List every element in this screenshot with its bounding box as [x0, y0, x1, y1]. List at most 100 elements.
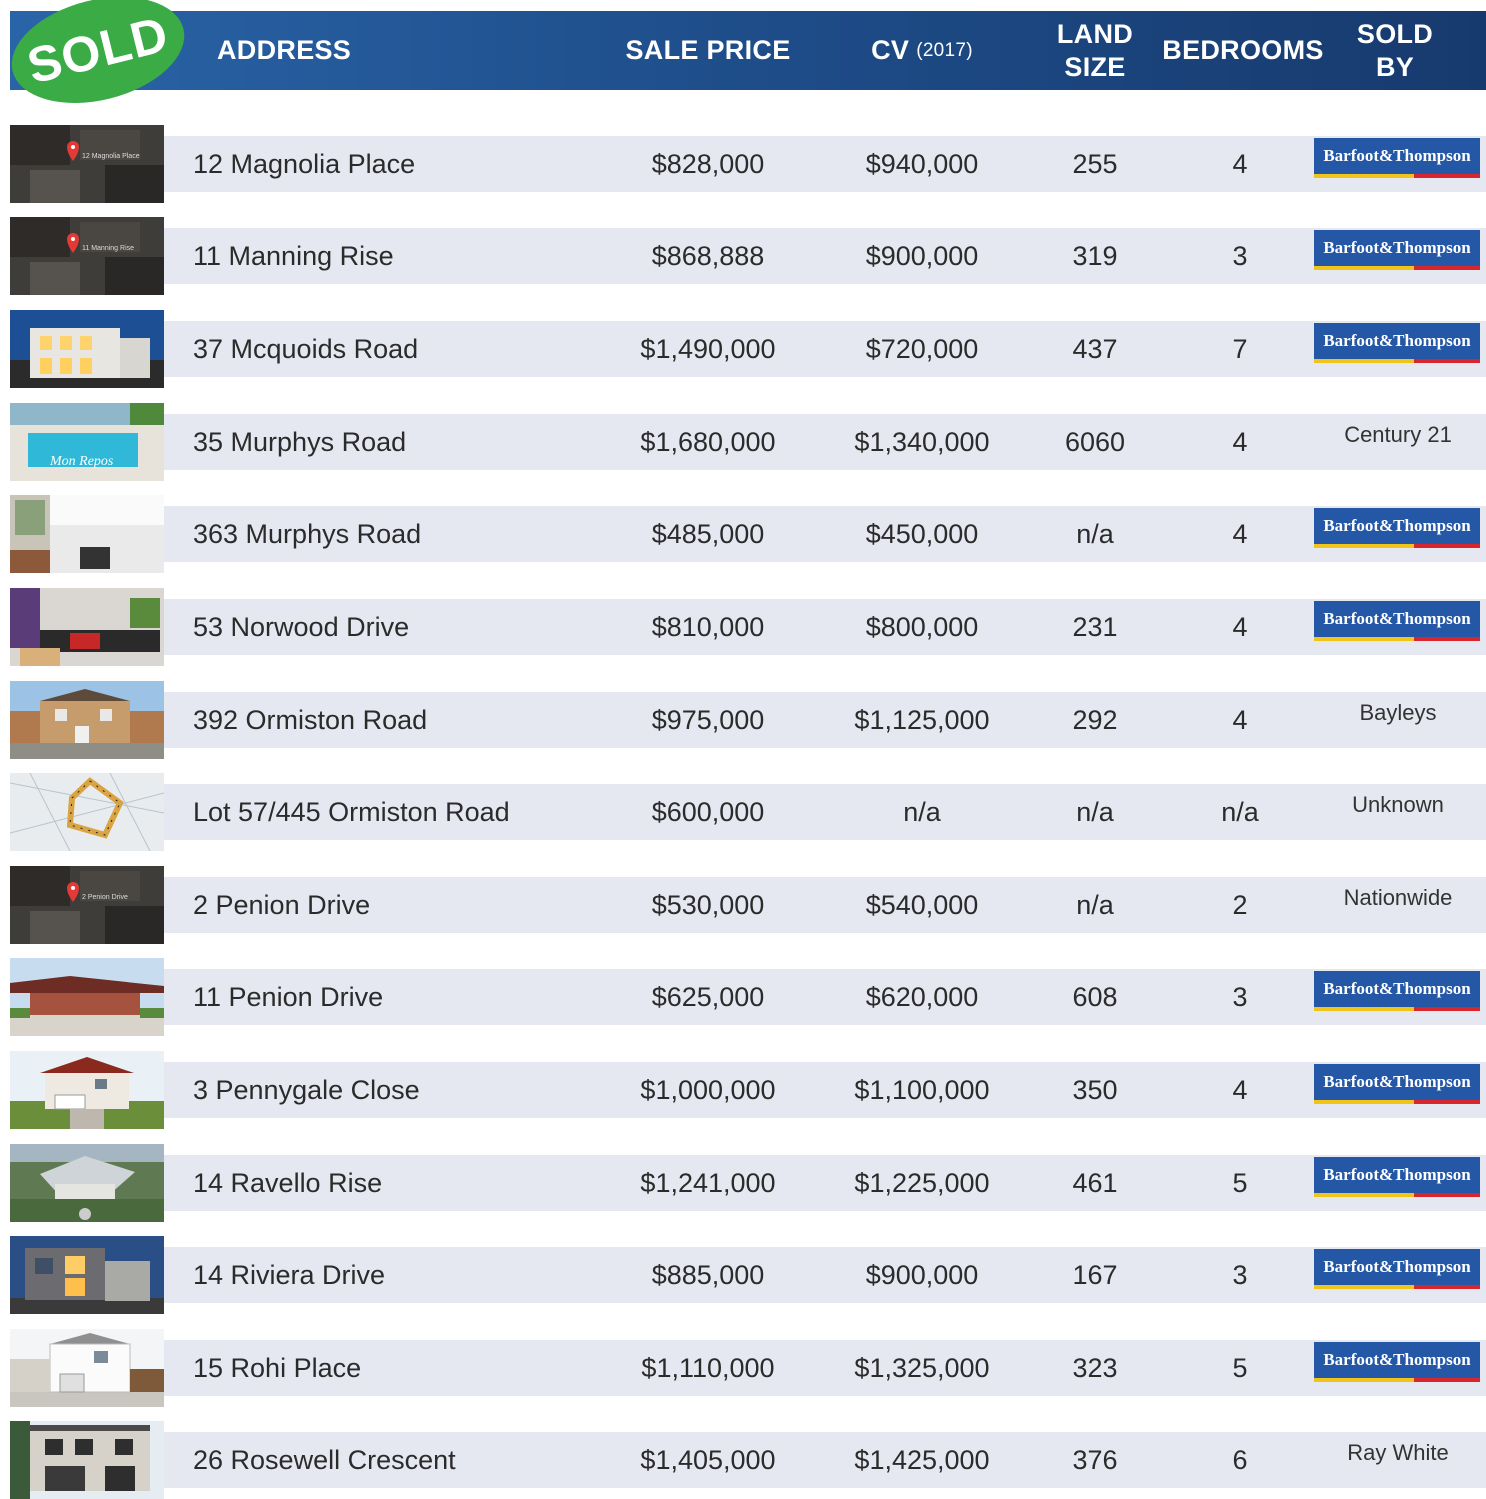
agent-name: Ray White: [1347, 1440, 1449, 1465]
table-row: 11 Penion Drive $625,000 $620,000 608 3 Barfo…: [10, 958, 1486, 1036]
address-cell: 12 Magnolia Place: [193, 148, 416, 179]
bedrooms-cell: 2: [1232, 889, 1248, 920]
table-row: 37 Mcquoids Road $1,490,000 $720,000 437 7 Ba…: [10, 310, 1486, 388]
land-size-cell: 608: [1072, 981, 1118, 1012]
property-photo[interactable]: [10, 1144, 164, 1222]
sale-price-cell: $1,680,000: [640, 426, 776, 457]
col-cv-header: CV (2017): [822, 11, 1022, 90]
table-row: Mon Repos 35 Murphys Road $1,680,000 $1,340…: [10, 403, 1486, 481]
address-cell: 392 Ormiston Road: [193, 704, 428, 735]
land-size-cell: n/a: [1076, 889, 1114, 920]
col-land-line1: LAND: [1056, 18, 1134, 49]
address-cell: 15 Rohi Place: [193, 1352, 362, 1383]
land-size-cell: 461: [1072, 1167, 1118, 1198]
bedrooms-cell: 4: [1232, 148, 1248, 179]
cv-cell: $1,325,000: [854, 1352, 990, 1383]
sale-price-cell: $868,888: [651, 240, 765, 271]
address-cell: 14 Riviera Drive: [193, 1259, 386, 1290]
table-row: 2 Penion Drive 2 Penion Drive $530,000 $540…: [10, 866, 1486, 944]
agency-logo: Barfoot&Thompson: [1314, 508, 1480, 548]
sale-price-cell: $600,000: [651, 796, 765, 827]
table-row: 14 Ravello Rise $1,241,000 $1,225,000 461 5 B…: [10, 1144, 1486, 1222]
land-size-cell: 255: [1072, 148, 1118, 179]
agent-name: Bayleys: [1359, 700, 1437, 725]
bedrooms-cell: 4: [1232, 704, 1248, 735]
sale-price-cell: $885,000: [651, 1259, 765, 1290]
bedrooms-cell: 4: [1232, 518, 1248, 549]
svg-text:Mon Repos: Mon Repos: [49, 454, 114, 469]
land-size-cell: 6060: [1064, 426, 1126, 457]
agency-logo: Barfoot&Thompson: [1314, 1157, 1480, 1197]
property-photo[interactable]: Mon Repos: [10, 403, 164, 481]
svg-text:12 Magnolia Place: 12 Magnolia Place: [82, 153, 140, 160]
col-sale-price-header: SALE PRICE: [625, 35, 791, 65]
land-size-cell: 323: [1072, 1352, 1118, 1383]
agent-name: Unknown: [1352, 792, 1444, 817]
property-photo[interactable]: [10, 773, 164, 851]
table-row: 11 Manning Rise 11 Manning Rise $868,888 $9…: [10, 217, 1486, 295]
property-photo[interactable]: 11 Manning Rise: [10, 217, 164, 295]
agency-logo: Barfoot&Thompson: [1314, 230, 1480, 270]
agency-logo: Barfoot&Thompson: [1314, 1249, 1480, 1289]
property-photo[interactable]: [10, 588, 164, 666]
cv-cell: $800,000: [865, 611, 979, 642]
agent-name: Nationwide: [1343, 885, 1453, 910]
property-photo[interactable]: [10, 958, 164, 1036]
address-cell: 53 Norwood Drive: [193, 611, 410, 642]
property-photo[interactable]: 12 Magnolia Place: [10, 125, 164, 203]
cv-cell: $620,000: [865, 981, 979, 1012]
col-sold-line1: SOLD: [1356, 18, 1434, 49]
sale-price-cell: $530,000: [651, 889, 765, 920]
bedrooms-cell: 3: [1232, 240, 1248, 271]
property-photo[interactable]: [10, 310, 164, 388]
svg-text:2 Penion Drive: 2 Penion Drive: [82, 894, 128, 901]
property-photo[interactable]: [10, 495, 164, 573]
address-cell: 11 Manning Rise: [193, 240, 394, 271]
property-photo[interactable]: [10, 1236, 164, 1314]
land-size-cell: 231: [1072, 611, 1118, 642]
address-cell: 2 Penion Drive: [193, 889, 371, 920]
table-header: ADDRESS SALE PRICE CV (2017) LAND SIZE BE…: [10, 11, 1486, 90]
cv-cell: n/a: [903, 796, 941, 827]
bedrooms-cell: 5: [1232, 1167, 1248, 1198]
cv-cell: $900,000: [865, 240, 979, 271]
cv-cell: $540,000: [865, 889, 979, 920]
bedrooms-cell: 3: [1232, 1259, 1248, 1290]
sale-price-cell: $975,000: [651, 704, 765, 735]
land-size-cell: 376: [1072, 1444, 1118, 1475]
bedrooms-cell: 4: [1232, 1074, 1248, 1105]
cv-cell: $450,000: [865, 518, 979, 549]
col-cv-label: CV: [871, 35, 910, 65]
bedrooms-cell: 4: [1232, 426, 1248, 457]
cv-cell: $940,000: [865, 148, 979, 179]
cv-cell: $1,125,000: [854, 704, 990, 735]
land-size-cell: n/a: [1076, 518, 1114, 549]
address-cell: Lot 57/445 Ormiston Road: [193, 796, 510, 827]
bedrooms-cell: 7: [1232, 333, 1248, 364]
sale-price-cell: $625,000: [651, 981, 765, 1012]
land-size-cell: 437: [1072, 333, 1118, 364]
col-land-size-header: LAND SIZE: [1035, 11, 1155, 90]
land-size-cell: n/a: [1076, 796, 1114, 827]
bedrooms-cell: 5: [1232, 1352, 1248, 1383]
property-photo[interactable]: [10, 681, 164, 759]
agent-name: Century 21: [1344, 422, 1452, 447]
agency-logo: Barfoot&Thompson: [1314, 971, 1480, 1011]
property-photo[interactable]: 2 Penion Drive: [10, 866, 164, 944]
land-size-cell: 319: [1072, 240, 1118, 271]
address-cell: 26 Rosewell Crescent: [193, 1444, 456, 1475]
table-row: 3 Pennygale Close $1,000,000 $1,100,000 350…: [10, 1051, 1486, 1129]
cv-cell: $1,100,000: [854, 1074, 990, 1105]
col-cv-year: (2017): [916, 40, 973, 61]
address-cell: 35 Murphys Road: [193, 426, 407, 457]
property-photo[interactable]: [10, 1329, 164, 1407]
bedrooms-cell: n/a: [1221, 796, 1259, 827]
sale-price-cell: $810,000: [651, 611, 765, 642]
property-photo[interactable]: [10, 1051, 164, 1129]
cv-cell: $1,225,000: [854, 1167, 990, 1198]
col-land-line2: SIZE: [1064, 51, 1126, 82]
property-photo[interactable]: [10, 1421, 164, 1499]
address-cell: 3 Pennygale Close: [193, 1074, 420, 1105]
address-cell: 363 Murphys Road: [193, 518, 422, 549]
agency-logo: Barfoot&Thompson: [1314, 1064, 1480, 1104]
